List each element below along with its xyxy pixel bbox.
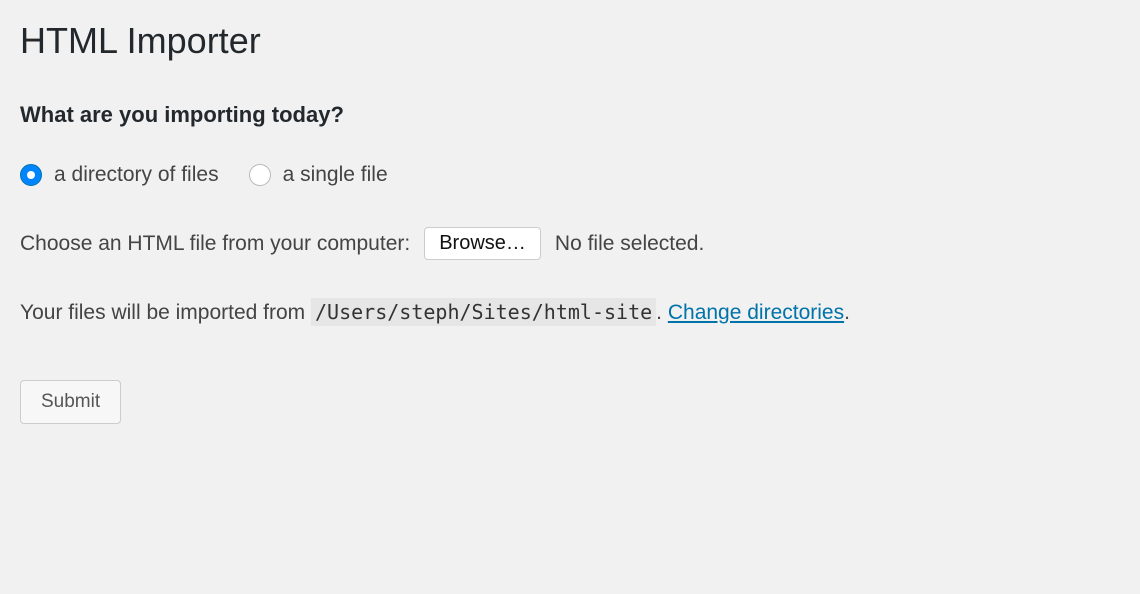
radio-directory-icon <box>20 164 42 186</box>
import-type-radio-group: a directory of files a single file <box>20 163 1120 187</box>
import-path-dot: . <box>656 301 668 324</box>
import-path-row: Your files will be imported from /Users/… <box>20 300 1120 325</box>
import-path-suffix: . <box>844 301 850 324</box>
file-status-text: No file selected. <box>555 232 704 256</box>
page-title: HTML Importer <box>20 20 1120 62</box>
file-chooser-label: Choose an HTML file from your computer: <box>20 232 410 256</box>
radio-directory-label: a directory of files <box>54 163 219 187</box>
import-path-code: /Users/steph/Sites/html-site <box>311 298 656 326</box>
radio-single-label: a single file <box>283 163 388 187</box>
import-path-prefix: Your files will be imported from <box>20 301 311 324</box>
submit-button[interactable]: Submit <box>20 380 121 424</box>
radio-option-directory[interactable]: a directory of files <box>20 163 219 187</box>
browse-button[interactable]: Browse… <box>424 227 541 260</box>
import-question: What are you importing today? <box>20 102 1120 128</box>
radio-single-icon <box>249 164 271 186</box>
radio-option-single-file[interactable]: a single file <box>249 163 388 187</box>
file-chooser-row: Choose an HTML file from your computer: … <box>20 227 1120 260</box>
change-directories-link[interactable]: Change directories <box>668 301 844 324</box>
